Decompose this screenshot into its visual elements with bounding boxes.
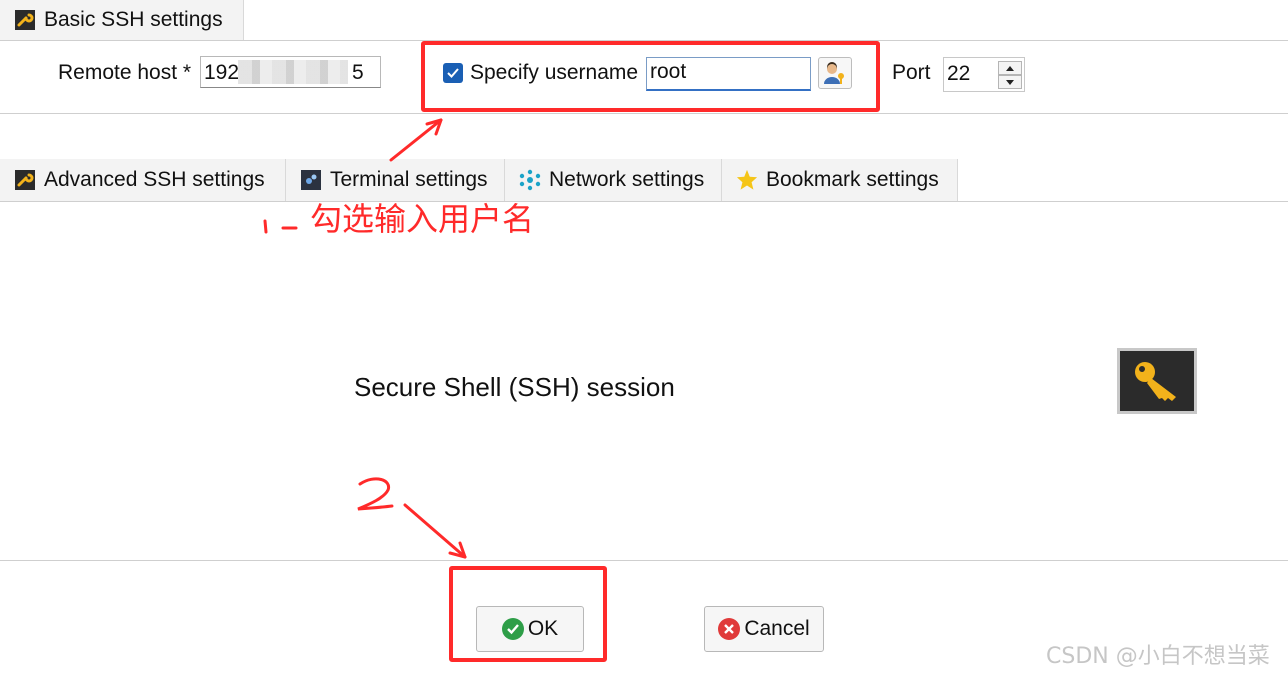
arrow-step1 xyxy=(389,118,443,162)
annotation-step1-text: 勾选输入用户名 xyxy=(310,200,535,238)
step2-mark xyxy=(357,477,394,511)
step1-mark xyxy=(263,219,298,234)
annotation-arrows xyxy=(263,118,467,559)
arrow-step2 xyxy=(403,503,467,559)
watermark: CSDN @小白不想当菜 xyxy=(1046,644,1270,669)
